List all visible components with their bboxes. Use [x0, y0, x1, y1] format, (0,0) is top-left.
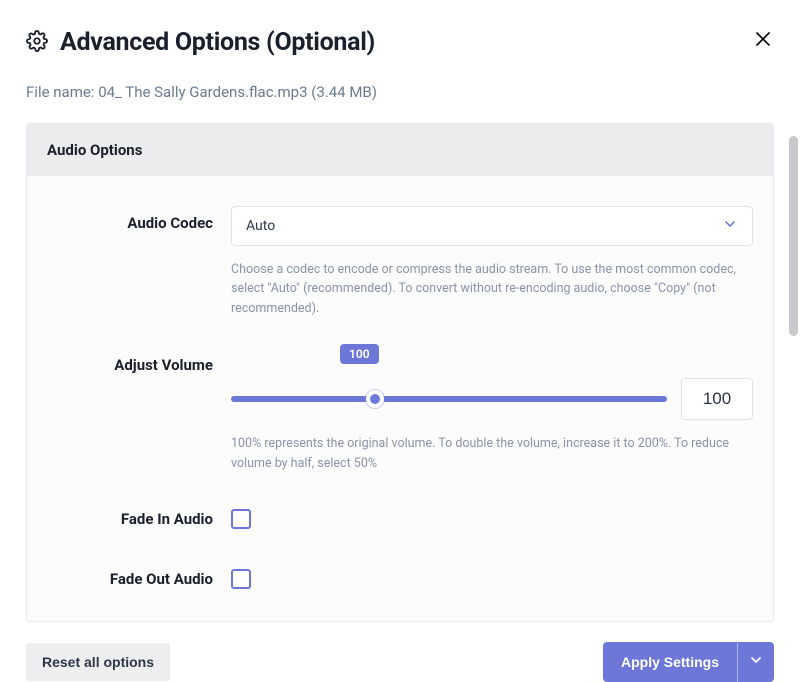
- chevron-down-icon: [748, 652, 764, 671]
- apply-settings-button[interactable]: Apply Settings: [603, 642, 737, 682]
- fade-out-label: Fade Out Audio: [47, 570, 231, 588]
- slider-thumb[interactable]: [366, 390, 384, 408]
- fade-in-checkbox[interactable]: [231, 509, 251, 529]
- audio-codec-label: Audio Codec: [47, 206, 231, 232]
- volume-input[interactable]: [681, 378, 753, 420]
- volume-help: 100% represents the original volume. To …: [231, 434, 753, 473]
- apply-button-group: Apply Settings: [603, 642, 774, 682]
- audio-codec-select[interactable]: Auto: [231, 206, 753, 246]
- apply-dropdown-button[interactable]: [737, 642, 774, 682]
- panel-title: Audio Options: [27, 124, 773, 176]
- audio-options-panel: Audio Options Audio Codec Auto Choose a …: [26, 123, 774, 622]
- close-icon: [754, 30, 772, 51]
- file-name-value: 04_ The Sally Gardens.flac.mp3 (3.44 MB): [98, 83, 377, 101]
- page-title: Advanced Options (Optional): [60, 28, 375, 57]
- gear-icon: [26, 30, 48, 56]
- volume-badge: 100: [340, 344, 379, 364]
- file-name-prefix: File name:: [26, 83, 94, 101]
- reset-all-button[interactable]: Reset all options: [26, 643, 170, 681]
- chevron-down-icon: [722, 216, 738, 236]
- close-button[interactable]: [750, 26, 776, 55]
- fade-in-label: Fade In Audio: [47, 510, 231, 528]
- audio-codec-value: Auto: [246, 218, 275, 234]
- fade-out-checkbox[interactable]: [231, 569, 251, 589]
- adjust-volume-label: Adjust Volume: [47, 348, 231, 374]
- scrollbar[interactable]: [789, 136, 798, 336]
- audio-codec-help: Choose a codec to encode or compress the…: [231, 260, 753, 318]
- file-name-line: File name: 04_ The Sally Gardens.flac.mp…: [26, 83, 774, 101]
- volume-slider[interactable]: [231, 396, 667, 402]
